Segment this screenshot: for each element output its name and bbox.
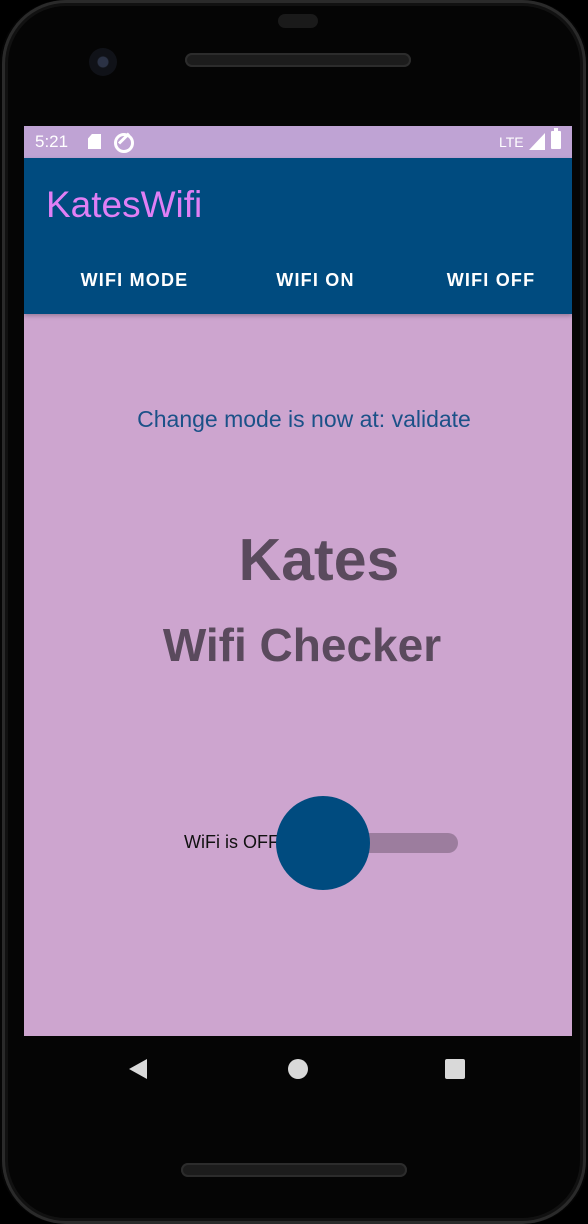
wifi-mode-tab[interactable]: WIFI MODE bbox=[62, 270, 207, 291]
sync-off-icon bbox=[114, 133, 134, 153]
wifi-switch-thumb[interactable] bbox=[276, 796, 370, 890]
top-notch bbox=[278, 14, 318, 28]
app-bar: KatesWifi WIFI MODE WIFI ON WIFI OFF bbox=[24, 158, 572, 314]
wifi-on-tab[interactable]: WIFI ON bbox=[258, 270, 373, 291]
app-title: KatesWifi bbox=[46, 184, 203, 225]
sd-card-icon bbox=[88, 134, 101, 149]
status-bar: 5:21 LTE bbox=[24, 126, 572, 158]
title-line-wifi-checker: Wifi Checker bbox=[162, 619, 442, 671]
home-icon[interactable] bbox=[288, 1059, 308, 1079]
front-camera bbox=[89, 48, 117, 76]
recents-icon[interactable] bbox=[445, 1059, 465, 1079]
title-line-kates: Kates bbox=[238, 527, 400, 593]
status-time: 5:21 bbox=[35, 132, 69, 151]
bottom-speaker bbox=[181, 1163, 407, 1177]
network-type-label: LTE bbox=[499, 134, 524, 150]
wifi-switch-label: WiFi is OFF bbox=[184, 832, 279, 852]
earpiece-speaker bbox=[185, 53, 411, 67]
back-icon[interactable] bbox=[129, 1059, 147, 1079]
app-screen: 5:21 LTE KatesWifi WIFI MODE WIFI ON WIF… bbox=[24, 126, 572, 1036]
phone-frame: 5:21 LTE KatesWifi WIFI MODE WIFI ON WIF… bbox=[0, 0, 588, 1224]
signal-icon bbox=[529, 133, 545, 150]
change-mode-status: Change mode is now at: validate bbox=[137, 406, 471, 432]
navigation-bar bbox=[0, 1036, 588, 1100]
wifi-off-tab[interactable]: WIFI OFF bbox=[436, 270, 546, 291]
battery-icon bbox=[551, 128, 561, 149]
